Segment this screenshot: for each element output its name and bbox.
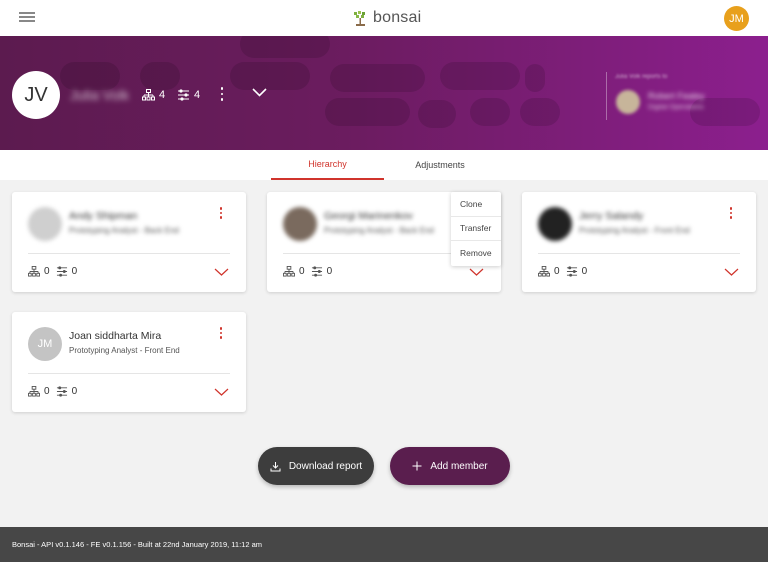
member-name: Jerry Salandy <box>579 210 644 222</box>
chevron-down-icon[interactable] <box>469 268 484 276</box>
member-adjustments-count: 0 <box>71 386 78 397</box>
sliders-icon <box>178 89 189 101</box>
profile-name: Julia Volk <box>70 87 130 103</box>
tab-adjustments[interactable]: Adjustments <box>384 150 496 180</box>
member-name: Andy Shipman <box>69 210 138 222</box>
profile-avatar: JV <box>12 71 60 119</box>
adjustments-stat: 4 <box>177 89 200 101</box>
org-chart-icon <box>28 386 40 397</box>
menu-item-transfer[interactable]: Transfer <box>451 217 501 241</box>
member-avatar <box>283 207 317 241</box>
reports-to-label: Julia Volk reports to <box>615 74 668 80</box>
user-avatar[interactable]: JM <box>724 6 749 31</box>
member-avatar <box>28 207 62 241</box>
hamburger-menu-icon[interactable] <box>19 12 35 22</box>
sliders-icon <box>56 386 67 397</box>
member-hierarchy-count: 0 <box>299 266 305 277</box>
member-stats: 0 0 <box>538 266 587 277</box>
member-more-icon[interactable] <box>219 327 223 341</box>
member-role: Prototyping Analyst - Back End <box>324 226 434 235</box>
member-role: Prototyping Analyst - Back End <box>69 226 179 235</box>
member-card[interactable]: JM Joan siddharta Mira Prototyping Analy… <box>12 312 246 412</box>
logo-text: bonsai <box>373 9 422 26</box>
card-divider <box>538 253 740 254</box>
build-info: Bonsai - API v0.1.146 - FE v0.1.156 - Bu… <box>12 540 263 549</box>
sliders-icon <box>56 266 67 277</box>
chevron-down-icon[interactable] <box>214 388 229 396</box>
manager-role: Digital Operations <box>648 104 704 111</box>
sliders-icon <box>566 266 577 277</box>
profile-more-icon[interactable] <box>220 87 224 103</box>
footer: Bonsai - API v0.1.146 - FE v0.1.156 - Bu… <box>0 527 768 562</box>
member-name: Georgi Marinenkov <box>324 210 413 222</box>
member-card[interactable]: Jerry Salandy Prototyping Analyst - Fron… <box>522 192 756 292</box>
member-role: Prototyping Analyst - Front End <box>579 226 690 235</box>
org-chart-icon <box>283 266 295 277</box>
member-hierarchy-count: 0 <box>44 266 50 277</box>
download-report-button[interactable]: Download report <box>258 447 374 485</box>
member-stats: 0 0 <box>28 266 77 277</box>
manager-avatar[interactable] <box>616 90 640 114</box>
org-chart-icon <box>538 266 550 277</box>
member-hierarchy-count: 0 <box>44 386 50 397</box>
chevron-down-icon[interactable] <box>252 88 267 97</box>
card-divider <box>28 373 230 374</box>
member-avatar <box>538 207 572 241</box>
member-stats: 0 0 <box>28 386 77 397</box>
bonsai-tree-icon <box>354 10 365 26</box>
member-avatar: JM <box>28 327 62 361</box>
manager-name[interactable]: Robert Fealey <box>648 91 705 101</box>
member-adjustments-count: 0 <box>581 266 588 277</box>
chevron-down-icon[interactable] <box>214 268 229 276</box>
org-chart-icon <box>28 266 40 277</box>
add-member-label: Add member <box>430 460 488 472</box>
profile-banner: JV Julia Volk 4 4 Julia Volk reports to … <box>0 36 768 150</box>
member-adjustments-count: 0 <box>71 266 78 277</box>
app-logo[interactable]: bonsai <box>352 8 421 28</box>
menu-item-remove[interactable]: Remove <box>451 241 501 266</box>
member-context-menu: Clone Transfer Remove <box>451 192 501 266</box>
plus-icon <box>412 461 422 471</box>
chevron-down-icon[interactable] <box>724 268 739 276</box>
sliders-icon <box>311 266 322 277</box>
member-stats: 0 0 <box>283 266 332 277</box>
tab-hierarchy[interactable]: Hierarchy <box>271 150 384 180</box>
download-report-label: Download report <box>288 460 363 472</box>
banner-divider <box>606 72 607 120</box>
member-role: Prototyping Analyst - Front End <box>69 346 180 355</box>
org-chart-icon <box>142 89 155 101</box>
top-bar: bonsai JM <box>0 0 768 36</box>
download-icon <box>270 461 281 471</box>
card-divider <box>28 253 230 254</box>
member-card[interactable]: Andy Shipman Prototyping Analyst - Back … <box>12 192 246 292</box>
member-more-icon[interactable] <box>729 207 733 221</box>
add-member-button[interactable]: Add member <box>390 447 510 485</box>
adjustments-count: 4 <box>194 89 201 101</box>
hierarchy-stat: 4 <box>142 89 165 101</box>
menu-item-clone[interactable]: Clone <box>451 192 501 217</box>
hierarchy-count: 4 <box>159 89 166 101</box>
member-hierarchy-count: 0 <box>554 266 560 277</box>
member-name: Joan siddharta Mira <box>69 330 162 342</box>
tabs-bar: Hierarchy Adjustments <box>0 150 768 180</box>
member-adjustments-count: 0 <box>326 266 333 277</box>
member-more-icon[interactable] <box>219 207 223 221</box>
